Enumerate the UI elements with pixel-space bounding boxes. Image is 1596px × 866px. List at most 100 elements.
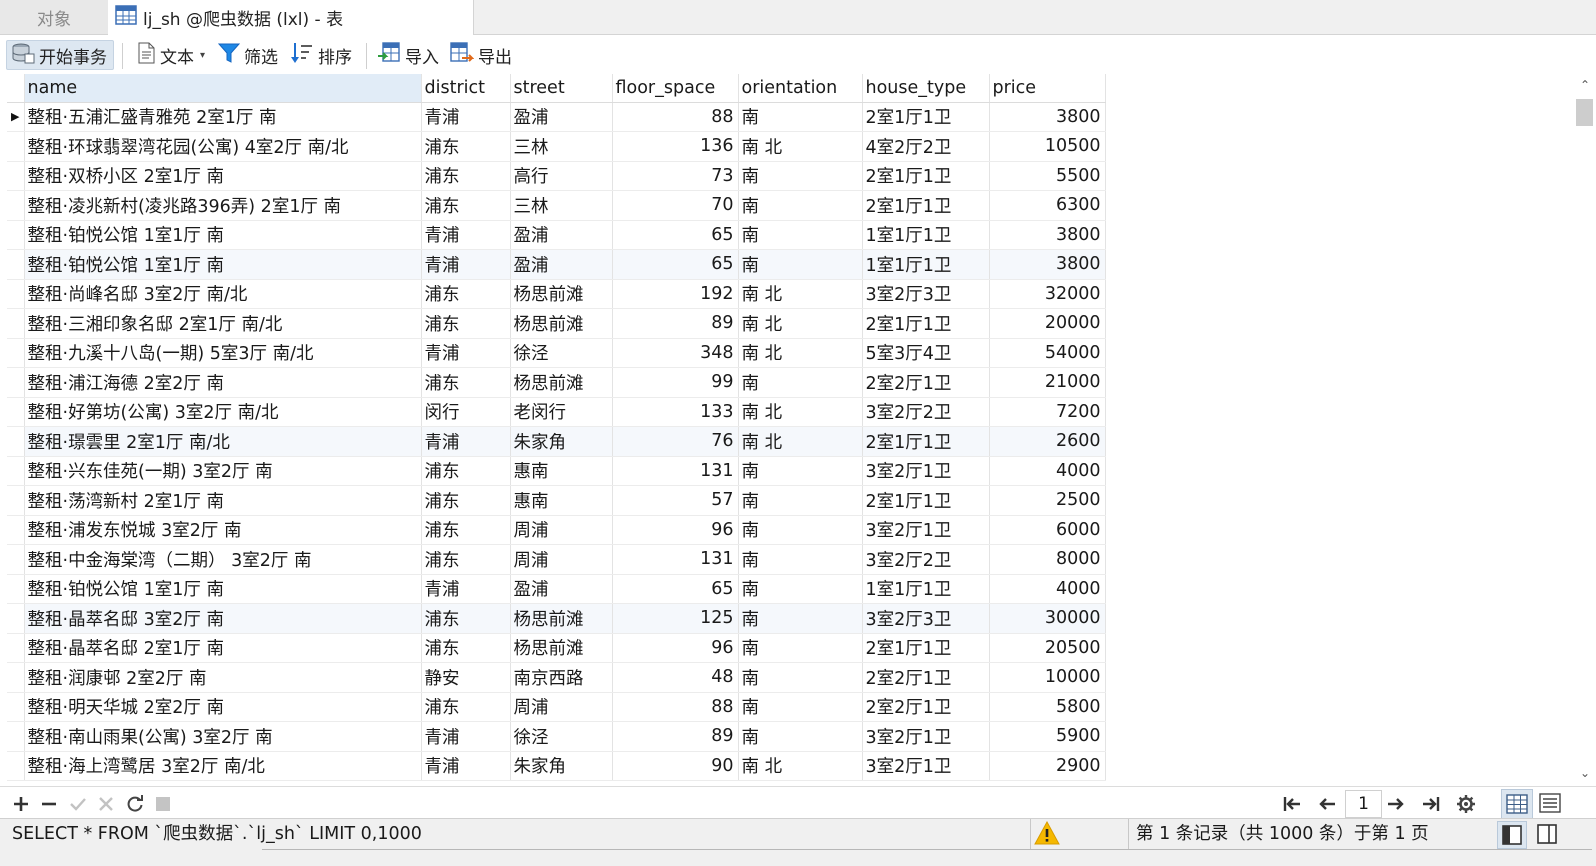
column-header-floor-space[interactable]: floor_space	[612, 74, 739, 103]
cell-street[interactable]: 盈浦	[510, 249, 613, 280]
cell-name[interactable]: 整租·浦江海德 2室2厅 南	[24, 367, 422, 398]
table-row[interactable]: 整租·海上湾鹭居 3室2厅 南/北 青浦 朱家角 90 南 北 3室2厅1卫 2900	[7, 751, 1106, 781]
cell-floor-space[interactable]: 348	[612, 338, 739, 368]
cell-street[interactable]: 三林	[510, 131, 613, 162]
cell-street[interactable]: 三林	[510, 190, 613, 221]
cell-district[interactable]: 青浦	[421, 574, 511, 604]
cell-name[interactable]: 整租·铂悦公馆 1室1厅 南	[24, 574, 422, 604]
column-header-name[interactable]: name	[24, 74, 422, 103]
cell-floor-space[interactable]: 131	[612, 544, 739, 575]
row-selector[interactable]	[7, 367, 25, 398]
cell-street[interactable]: 朱家角	[510, 426, 613, 457]
cell-price[interactable]: 3800	[989, 102, 1106, 132]
cell-orientation[interactable]: 南	[738, 544, 863, 575]
cell-street[interactable]: 惠南	[510, 485, 613, 516]
cell-floor-space[interactable]: 96	[612, 633, 739, 663]
cell-district[interactable]: 青浦	[421, 338, 511, 368]
cell-street[interactable]: 南京西路	[510, 662, 613, 693]
delete-record-icon[interactable]	[38, 793, 60, 815]
cell-district[interactable]: 浦东	[421, 308, 511, 339]
cell-orientation[interactable]: 南 北	[738, 131, 863, 162]
cell-floor-space[interactable]: 65	[612, 220, 739, 250]
cell-floor-space[interactable]: 73	[612, 161, 739, 191]
cell-district[interactable]: 浦东	[421, 544, 511, 575]
cell-street[interactable]: 杨思前滩	[510, 367, 613, 398]
cell-house-type[interactable]: 3室2厅2卫	[862, 544, 990, 575]
cell-orientation[interactable]: 南 北	[738, 338, 863, 368]
cell-floor-space[interactable]: 90	[612, 751, 739, 781]
cell-floor-space[interactable]: 48	[612, 662, 739, 693]
row-selector[interactable]	[7, 485, 25, 516]
cell-house-type[interactable]: 3室2厅1卫	[862, 456, 990, 486]
row-selector[interactable]	[7, 161, 25, 191]
cell-house-type[interactable]: 3室2厅2卫	[862, 397, 990, 427]
table-row[interactable]: 整租·浦江海德 2室2厅 南浦东 杨思前滩 99 南 2室2厅1卫 21000	[7, 367, 1106, 398]
table-row[interactable]: 整租·三湘印象名邸 2室1厅 南/北 浦东 杨思前滩 89 南 北 2室1厅1卫 20000	[7, 308, 1106, 339]
cell-district[interactable]: 浦东	[421, 456, 511, 486]
pane-left-icon[interactable]	[1497, 821, 1527, 849]
stop-icon[interactable]	[152, 793, 174, 815]
cell-price[interactable]: 5900	[989, 721, 1106, 752]
cell-district[interactable]: 青浦	[421, 751, 511, 781]
table-row[interactable]: 整租·浦发东悦城 3室2厅 南浦东 周浦 96 南 3室2厅1卫 6000	[7, 515, 1106, 545]
data-grid[interactable]: name district street floor_space orienta…	[7, 74, 1567, 790]
cell-orientation[interactable]: 南 北	[738, 426, 863, 457]
cell-name[interactable]: 整租·晶萃名邸 2室1厅 南	[24, 633, 422, 663]
page-number-input[interactable]: 1	[1345, 790, 1382, 818]
refresh-icon[interactable]	[124, 793, 146, 815]
cell-floor-space[interactable]: 88	[612, 102, 739, 132]
cell-price[interactable]: 54000	[989, 338, 1106, 368]
row-selector[interactable]	[7, 633, 25, 663]
cell-name[interactable]: 整租·九溪十八岛(一期) 5室3厅 南/北	[24, 338, 422, 368]
scrollbar-thumb[interactable]	[1576, 99, 1593, 126]
cell-name[interactable]: 整租·中金海棠湾（二期） 3室2厅 南	[24, 544, 422, 575]
cell-street[interactable]: 杨思前滩	[510, 603, 613, 634]
cell-house-type[interactable]: 2室2厅1卫	[862, 367, 990, 398]
begin-transaction-button[interactable]: 开始事务	[6, 40, 114, 70]
column-header-district[interactable]: district	[421, 74, 511, 103]
table-row[interactable]: 整租·铂悦公馆 1室1厅 南青浦 盈浦 65 南 1室1厅1卫 3800	[7, 249, 1106, 280]
row-selector[interactable]	[7, 338, 25, 368]
cell-price[interactable]: 7200	[989, 397, 1106, 427]
row-selector[interactable]	[7, 603, 25, 634]
table-row[interactable]: 整租·尚峰名邸 3室2厅 南/北 浦东 杨思前滩 192 南 北 3室2厅3卫 32000	[7, 279, 1106, 309]
current-row-indicator-icon[interactable]: ▶	[7, 102, 25, 132]
table-row[interactable]: 整租·铂悦公馆 1室1厅 南青浦 盈浦 65 南 1室1厅1卫 4000	[7, 574, 1106, 604]
cell-price[interactable]: 5800	[989, 692, 1106, 722]
discard-changes-icon[interactable]	[95, 793, 117, 815]
column-header-street[interactable]: street	[510, 74, 613, 103]
cell-house-type[interactable]: 1室1厅1卫	[862, 249, 990, 280]
cell-floor-space[interactable]: 89	[612, 308, 739, 339]
cell-orientation[interactable]: 南	[738, 190, 863, 221]
cell-price[interactable]: 20500	[989, 633, 1106, 663]
cell-price[interactable]: 2600	[989, 426, 1106, 457]
cell-street[interactable]: 老闵行	[510, 397, 613, 427]
cell-price[interactable]: 32000	[989, 279, 1106, 309]
cell-price[interactable]: 21000	[989, 367, 1106, 398]
cell-name[interactable]: 整租·三湘印象名邸 2室1厅 南/北	[24, 308, 422, 339]
export-button[interactable]: 导出	[450, 40, 512, 70]
cell-district[interactable]: 浦东	[421, 633, 511, 663]
cell-orientation[interactable]: 南 北	[738, 397, 863, 427]
cell-house-type[interactable]: 3室2厅1卫	[862, 721, 990, 752]
pane-right-icon[interactable]	[1533, 821, 1561, 847]
scroll-up-icon[interactable]: ⌃	[1575, 78, 1595, 94]
cell-orientation[interactable]: 南	[738, 574, 863, 604]
cell-name[interactable]: 整租·铂悦公馆 1室1厅 南	[24, 249, 422, 280]
cell-name[interactable]: 整租·铂悦公馆 1室1厅 南	[24, 220, 422, 250]
cell-name[interactable]: 整租·凌兆新村(凌兆路396弄) 2室1厅 南	[24, 190, 422, 221]
cell-house-type[interactable]: 2室1厅1卫	[862, 485, 990, 516]
scroll-down-icon[interactable]: ⌄	[1575, 766, 1595, 782]
cell-price[interactable]: 4000	[989, 574, 1106, 604]
filter-button[interactable]: 筛选	[217, 40, 278, 70]
cell-orientation[interactable]: 南	[738, 485, 863, 516]
cell-price[interactable]: 3800	[989, 220, 1106, 250]
table-row[interactable]: 整租·双桥小区 2室1厅 南浦东 高行 73 南 2室1厅1卫 5500	[7, 161, 1106, 191]
cell-floor-space[interactable]: 131	[612, 456, 739, 486]
cell-street[interactable]: 徐泾	[510, 338, 613, 368]
cell-floor-space[interactable]: 89	[612, 721, 739, 752]
cell-district[interactable]: 青浦	[421, 721, 511, 752]
cell-floor-space[interactable]: 133	[612, 397, 739, 427]
row-selector[interactable]	[7, 131, 25, 162]
cell-house-type[interactable]: 3室2厅1卫	[862, 515, 990, 545]
